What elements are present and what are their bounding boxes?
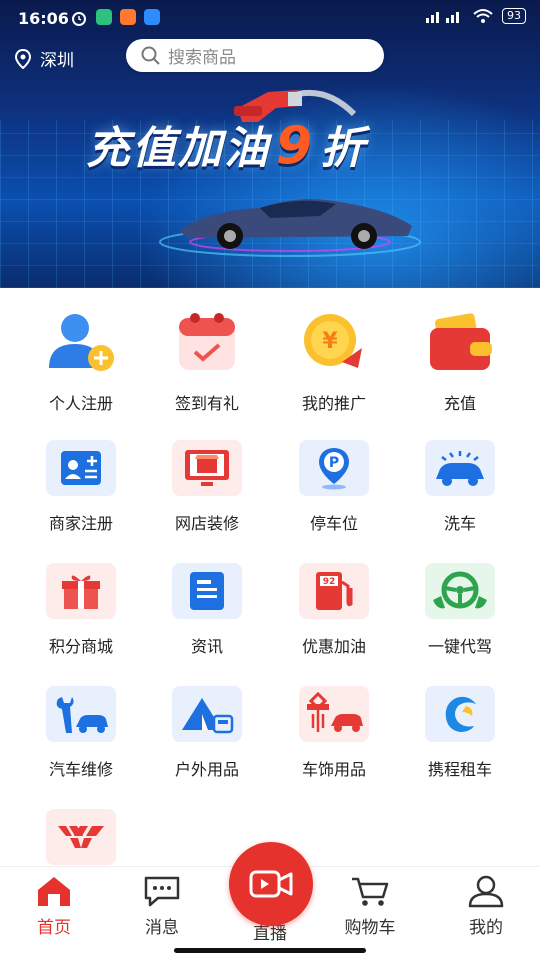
search-input[interactable]: 搜索商品	[126, 39, 384, 72]
ctrip-dolphin-icon	[425, 686, 495, 742]
service-wuling[interactable]	[17, 809, 145, 865]
tab-label: 我的	[469, 918, 503, 938]
svg-text:P: P	[329, 455, 339, 471]
wuling-logo-icon	[46, 809, 116, 865]
chat-bubble-icon	[144, 876, 180, 907]
wrench-car-icon	[46, 686, 116, 742]
fuel-pump-icon: 92	[299, 563, 369, 619]
service-label: 汽车维修	[48, 760, 113, 779]
service-label: 户外用品	[174, 760, 239, 779]
wechat-pay-icon	[96, 9, 112, 25]
service-news[interactable]: 资讯	[143, 563, 271, 657]
service-label: 资讯	[190, 637, 223, 656]
service-checkin[interactable]: 签到有礼	[143, 308, 271, 414]
service-label: 车饰用品	[301, 760, 366, 779]
app-notification-icon	[144, 9, 160, 25]
wallet-icon	[430, 313, 492, 370]
tent-icon	[172, 686, 242, 742]
service-my-promotion[interactable]: ¥ 我的推广	[270, 308, 398, 414]
user-add-icon	[49, 314, 114, 371]
coin-arrow-icon: ¥	[304, 314, 362, 368]
service-designated-driver[interactable]: 一键代驾	[396, 563, 524, 657]
car-wash-icon	[425, 440, 495, 496]
tab-mine[interactable]: 我的	[432, 873, 540, 938]
service-merchant-register[interactable]: 商家注册	[17, 440, 145, 534]
location-selector[interactable]: 深圳	[14, 46, 74, 71]
shop-monitor-icon	[172, 440, 242, 496]
video-camera-icon	[249, 870, 293, 898]
tab-label: 直播	[253, 924, 287, 944]
svg-text:¥: ¥	[322, 329, 338, 354]
svg-text:92: 92	[323, 577, 336, 587]
news-icon	[172, 563, 242, 619]
service-personal-register[interactable]: 个人注册	[17, 308, 145, 414]
tab-label: 购物车	[344, 918, 396, 938]
search-placeholder: 搜索商品	[168, 48, 236, 68]
service-label: 充值	[443, 394, 476, 413]
status-notification-icons	[70, 9, 160, 27]
gift-icon	[46, 563, 116, 619]
location-pin-icon	[14, 48, 32, 69]
service-outdoor-goods[interactable]: 户外用品	[143, 686, 271, 780]
calendar-check-icon	[179, 313, 235, 370]
banner-title: 充值加油 9 折	[86, 112, 366, 176]
hero-banner[interactable]: 充值加油 9 折 16:06 93 深圳 搜索商品	[0, 0, 540, 288]
service-label: 停车位	[309, 514, 358, 533]
location-city: 深圳	[40, 51, 74, 71]
service-label: 积分商城	[48, 637, 113, 656]
cart-icon	[352, 877, 389, 906]
service-recharge[interactable]: 充值	[396, 308, 524, 414]
banner-discount: 9	[276, 116, 315, 176]
service-label: 我的推广	[301, 394, 366, 413]
service-label: 个人注册	[48, 394, 113, 413]
service-label: 携程租车	[427, 760, 492, 779]
tab-messages[interactable]: 消息	[108, 873, 216, 938]
service-label: 签到有礼	[174, 394, 239, 413]
service-shop-decoration[interactable]: 网店装修	[143, 440, 271, 534]
service-parking[interactable]: P 停车位	[270, 440, 398, 534]
search-icon	[141, 46, 160, 65]
merchant-card-icon	[46, 440, 116, 496]
service-car-repair[interactable]: 汽车维修	[17, 686, 145, 780]
parking-pin-icon: P	[299, 440, 369, 496]
user-profile-icon	[468, 875, 504, 908]
service-label: 一键代驾	[427, 637, 492, 656]
service-points-mall[interactable]: 积分商城	[17, 563, 145, 657]
alarm-icon	[72, 12, 86, 26]
service-ctrip-car-rental[interactable]: 携程租车	[396, 686, 524, 780]
status-system-icons: 93	[424, 8, 526, 24]
service-label: 洗车	[443, 514, 476, 533]
tab-cart[interactable]: 购物车	[316, 873, 424, 938]
service-label: 商家注册	[48, 514, 113, 533]
live-stream-button[interactable]	[229, 842, 313, 926]
tab-label: 首页	[37, 918, 71, 938]
home-icon	[38, 877, 70, 906]
wifi-icon	[473, 9, 493, 23]
service-car-wash[interactable]: 洗车	[396, 440, 524, 534]
service-fuel-discount[interactable]: 92 优惠加油	[270, 563, 398, 657]
tab-home[interactable]: 首页	[0, 873, 108, 938]
tab-label: 消息	[145, 918, 179, 938]
battery-level: 93	[502, 8, 526, 24]
banner-title-prefix: 充值加油	[86, 123, 270, 174]
status-bar: 16:06 93	[0, 0, 540, 38]
service-label: 网店装修	[174, 514, 239, 533]
banner-title-suffix: 折	[320, 123, 367, 174]
service-label: 优惠加油	[301, 637, 366, 656]
signal-icon	[426, 12, 459, 23]
knot-car-icon	[299, 686, 369, 742]
status-time: 16:06	[18, 9, 69, 28]
home-indicator	[174, 948, 366, 953]
taobao-icon	[120, 9, 136, 25]
service-car-accessories[interactable]: 车饰用品	[270, 686, 398, 780]
steering-wheel-icon	[425, 563, 495, 619]
sports-car-image	[159, 199, 421, 257]
